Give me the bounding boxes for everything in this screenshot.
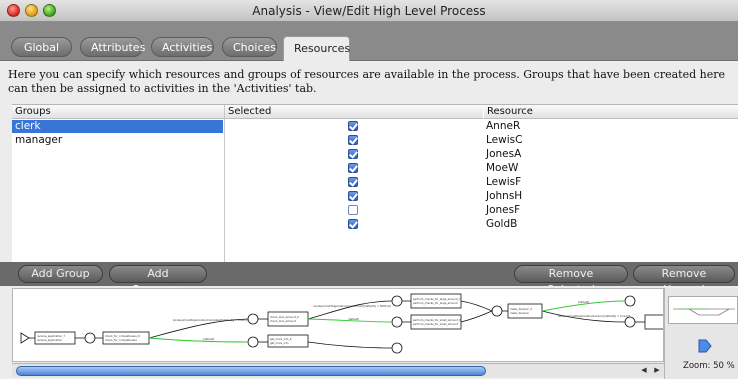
description-text: Here you can specify which resources and… xyxy=(8,68,725,95)
diagram-overview-panel: Zoom: 50 % xyxy=(664,288,738,379)
title-bar: Analysis - View/Edit High Level Process xyxy=(0,0,738,22)
edge-label: [default] xyxy=(348,317,359,321)
resource-name: AnneR xyxy=(486,120,521,132)
activity-node xyxy=(267,311,309,327)
edge xyxy=(307,341,393,349)
edge-label: boolean(CreditApplication/completed/[def… xyxy=(173,318,248,322)
overview-thumbnail[interactable] xyxy=(668,296,738,324)
groups-column-header[interactable]: Groups xyxy=(12,105,224,119)
add-group-button[interactable]: Add Group xyxy=(18,265,103,283)
tab-bar: Global Attributes Activities Choices Res… xyxy=(0,22,738,61)
activity-node xyxy=(267,334,309,348)
resource-column-header[interactable]: Resource xyxy=(484,105,738,119)
column-divider xyxy=(224,105,225,262)
scroll-left-arrow-icon[interactable]: ◀ xyxy=(638,365,650,376)
resource-checkbox-lewisf[interactable] xyxy=(348,177,358,187)
tab-activities[interactable]: Activities xyxy=(151,37,214,57)
resource-checkbox-anner[interactable] xyxy=(348,121,358,131)
node-label: get_more_info_9 xyxy=(270,337,292,341)
remove-unused-button[interactable]: Remove Unused xyxy=(633,265,735,296)
selected-column-header[interactable]: Selected xyxy=(225,105,483,119)
tab-global[interactable]: Global xyxy=(11,37,72,57)
state-node xyxy=(491,305,503,317)
activity-node xyxy=(410,314,462,330)
resource-name: LewisF xyxy=(486,176,522,188)
node-label: perform_checks_for_small_amount_6 xyxy=(413,318,461,322)
edge-label: [default] xyxy=(203,337,214,341)
resource-name: JohnsH xyxy=(486,190,523,202)
process-graph: receive_application_7 receive_applicatio… xyxy=(20,293,663,354)
remove-selected-button[interactable]: Remove Selected xyxy=(514,265,628,296)
add-resource-button[interactable]: Add Resource xyxy=(109,265,207,296)
resource-checkbox-lewisc[interactable] xyxy=(348,135,358,145)
state-node xyxy=(84,332,96,344)
node-label: perform_checks_for_large_amount xyxy=(413,301,458,305)
activity-node xyxy=(507,303,543,319)
scroll-right-arrow-icon[interactable]: ▶ xyxy=(651,365,663,376)
node-label: check_for_completeness_8 xyxy=(105,334,140,338)
edge-label: boolean(CreditApplication/decision/[defa… xyxy=(558,314,630,318)
diagram-horizontal-scrollbar[interactable]: ◀ ▶ xyxy=(12,363,664,377)
resource-checkbox-jonesa[interactable] xyxy=(348,149,358,159)
highlight-edge xyxy=(148,337,249,343)
node-label: get_more_info xyxy=(270,341,289,345)
window-title: Analysis - View/Edit High Level Process xyxy=(252,4,486,18)
zoom-fit-icon[interactable] xyxy=(697,339,713,353)
edge-label: number(CreditApplication/loanAmount/[def… xyxy=(313,304,391,308)
resource-checkbox-johnsh[interactable] xyxy=(348,191,358,201)
resource-name: JonesF xyxy=(486,204,521,216)
resource-name: MoeW xyxy=(486,162,519,174)
state-node xyxy=(391,316,403,328)
resources-table: Groups Selected Resource clerk manager A… xyxy=(12,104,738,262)
state-node xyxy=(624,316,636,328)
zoom-level-label: Zoom: 50 % xyxy=(683,361,735,371)
resource-name: LewisC xyxy=(486,134,523,146)
state-node xyxy=(247,336,259,348)
activity-node xyxy=(102,331,150,345)
edge-label: [default] xyxy=(578,300,589,304)
overview-graph xyxy=(673,308,735,316)
activity-node xyxy=(410,293,462,309)
state-node xyxy=(247,313,259,325)
edge xyxy=(460,300,493,323)
resource-checkbox-goldb[interactable] xyxy=(348,219,358,229)
group-row-clerk[interactable]: clerk xyxy=(12,120,223,133)
button-bar: Add Group Add Resource Remove Selected R… xyxy=(0,262,738,296)
state-node xyxy=(391,342,403,354)
application-window: Analysis - View/Edit High Level Process … xyxy=(0,0,738,379)
node-label: make_decision xyxy=(510,311,529,315)
node-label: check_loan_amount_9 xyxy=(270,315,299,319)
node-label: check_loan_amount xyxy=(270,319,296,323)
tab-resources[interactable]: Resources xyxy=(283,36,350,61)
resource-name: JonesA xyxy=(486,148,522,160)
node-label: perform_checks_for_small_amount xyxy=(413,322,458,326)
process-diagram[interactable]: receive_application_7 receive_applicatio… xyxy=(12,288,664,362)
resource-name: GoldB xyxy=(486,218,518,230)
group-row-manager[interactable]: manager xyxy=(12,134,223,147)
node-label: receive_application_7 xyxy=(37,334,65,338)
node-label: make_decision_5 xyxy=(510,307,532,311)
tab-choices[interactable]: Choices xyxy=(222,37,277,57)
tab-attributes[interactable]: Attributes xyxy=(80,37,145,57)
node-label: perform_checks_for_large_amount_7 xyxy=(413,297,461,301)
edge xyxy=(307,300,393,320)
edge xyxy=(402,300,411,323)
activity-node xyxy=(644,314,663,330)
node-label: check_for_completeness xyxy=(105,338,137,342)
resource-checkbox-jonesf[interactable] xyxy=(348,205,358,215)
node-label: receive_application xyxy=(37,338,62,342)
scrollbar-thumb[interactable] xyxy=(16,366,486,376)
resource-checkbox-moew[interactable] xyxy=(348,163,358,173)
state-node xyxy=(624,295,636,307)
state-node xyxy=(391,295,403,307)
activity-node xyxy=(34,331,76,345)
start-node xyxy=(20,332,30,344)
